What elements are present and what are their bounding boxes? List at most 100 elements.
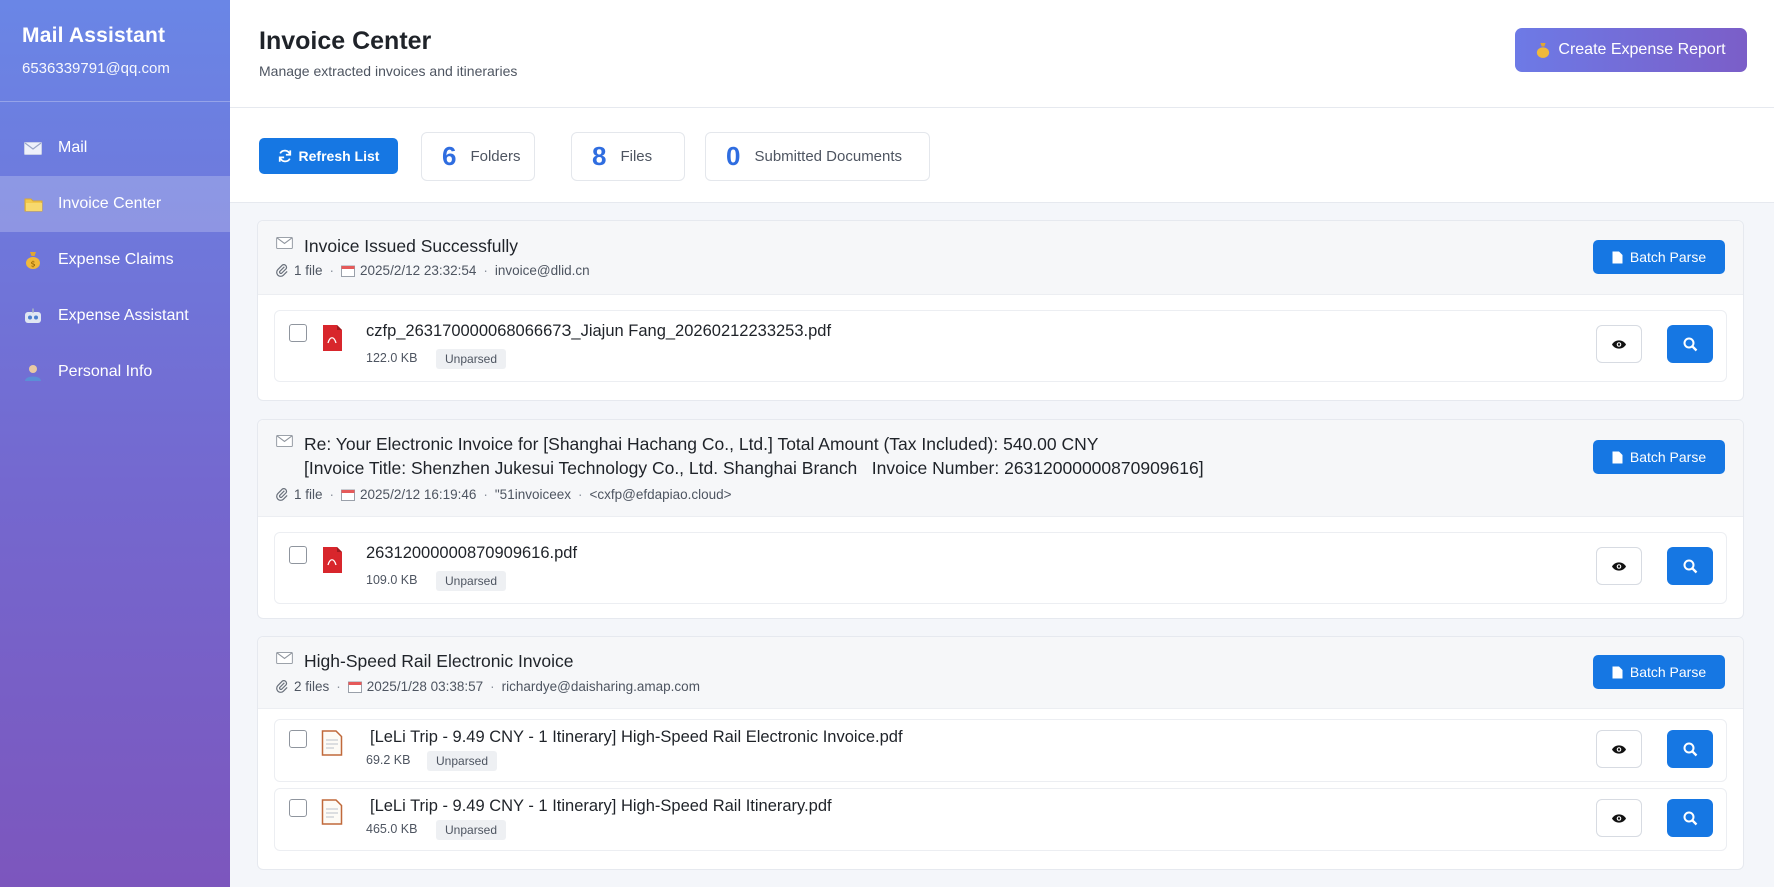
status-badge: Unparsed (436, 349, 507, 369)
eye-icon (1612, 744, 1626, 754)
toolbar: Refresh List 6 Folders 8 Files 0 Submitt… (230, 108, 1774, 203)
stat-label: Submitted Documents (754, 148, 903, 165)
email-group: High-Speed Rail Electronic Invoice 2 fil… (257, 636, 1744, 870)
magnifier-icon (1683, 337, 1697, 351)
magnifier-icon (1683, 559, 1697, 573)
preview-button[interactable] (1596, 325, 1642, 363)
calendar-icon (341, 265, 356, 277)
main-content: Invoice Center Manage extracted invoices… (230, 0, 1774, 887)
eye-icon (1612, 561, 1626, 571)
stat-value: 8 (592, 141, 607, 171)
parse-file-button[interactable] (1667, 547, 1713, 585)
document-icon (321, 799, 343, 830)
email-group-header: High-Speed Rail Electronic Invoice 2 fil… (258, 637, 1743, 709)
sidebar-item-personal-info[interactable]: Personal Info (0, 344, 230, 400)
paperclip-icon (276, 680, 289, 693)
envelope-icon (276, 234, 296, 249)
preview-button[interactable] (1596, 730, 1642, 768)
file-size: 465.0 KB (366, 822, 418, 836)
email-group-header: Re: Your Electronic Invoice for [Shangha… (258, 420, 1743, 517)
refresh-list-button[interactable]: Refresh List (259, 138, 398, 174)
create-expense-report-button[interactable]: Create Expense Report (1515, 28, 1747, 72)
envelope-icon (22, 139, 44, 157)
stat-label: Folders (470, 148, 521, 165)
status-badge: Unparsed (436, 820, 507, 840)
robot-icon (22, 307, 44, 325)
folder-icon (22, 195, 44, 213)
eye-icon (1612, 339, 1626, 349)
brand-block: Mail Assistant 6536339791@qq.com (0, 0, 230, 102)
envelope-icon (276, 649, 296, 664)
file-row: [LeLi Trip - 9.49 CNY - 1 Itinerary] Hig… (274, 788, 1727, 851)
email-subject-line2: [Invoice Title: Shenzhen Jukesui Technol… (304, 458, 1204, 478)
file-count: 1 file (294, 487, 323, 502)
calendar-icon (341, 489, 356, 501)
money-bag-icon: $ (22, 251, 44, 269)
sidebar-item-invoice-center[interactable]: Invoice Center (0, 176, 230, 232)
file-name[interactable]: [LeLi Trip - 9.49 CNY - 1 Itinerary] Hig… (370, 797, 832, 816)
sidebar-item-label: Mail (58, 139, 88, 156)
status-badge: Unparsed (436, 571, 507, 591)
email-datetime: 2025/1/28 03:38:57 (366, 679, 484, 694)
email-subject: Re: Your Electronic Invoice for [Shangha… (276, 432, 1204, 480)
paperclip-icon (276, 264, 289, 277)
sidebar-item-expense-assistant[interactable]: Expense Assistant (0, 288, 230, 344)
file-count: 1 file (294, 263, 323, 278)
money-bag-icon (1536, 42, 1550, 58)
stat-value: 6 (442, 141, 457, 171)
document-icon (321, 730, 343, 761)
document-icon (1612, 251, 1623, 263)
parse-file-button[interactable] (1667, 799, 1713, 837)
preview-button[interactable] (1596, 547, 1642, 585)
email-meta: 1 file · 2025/2/12 16:19:46 · "51invoice… (276, 487, 732, 502)
file-size: 109.0 KB (366, 573, 418, 587)
pdf-red-icon (321, 324, 343, 357)
page-title: Invoice Center (259, 27, 432, 55)
batch-parse-label: Batch Parse (1629, 664, 1707, 680)
email-subject: Invoice Issued Successfully (276, 234, 518, 258)
user-icon (22, 363, 44, 381)
email-subject-text: Invoice Issued Successfully (304, 236, 518, 256)
stat-value: 0 (726, 141, 741, 171)
stat-folders: 6 Folders (421, 132, 535, 181)
file-name[interactable]: [LeLi Trip - 9.49 CNY - 1 Itinerary] Hig… (370, 728, 903, 747)
email-meta: 1 file · 2025/2/12 23:32:54 · invoice@dl… (276, 263, 590, 278)
file-checkbox[interactable] (289, 546, 307, 564)
calendar-icon (347, 681, 362, 693)
magnifier-icon (1683, 811, 1697, 825)
sidebar-item-label: Expense Claims (58, 251, 174, 268)
batch-parse-label: Batch Parse (1629, 249, 1707, 265)
create-expense-report-label: Create Expense Report (1558, 41, 1726, 58)
file-name[interactable]: czfp_26317000006806667З_Jiajun Fang_2026… (366, 322, 831, 341)
sidebar-item-label: Invoice Center (58, 195, 162, 212)
batch-parse-button[interactable]: Batch Parse (1593, 655, 1725, 689)
document-icon (1612, 451, 1623, 463)
svg-text:$: $ (30, 260, 35, 269)
file-row: [LeLi Trip - 9.49 CNY - 1 Itinerary] Hig… (274, 719, 1727, 782)
email-meta: 2 files · 2025/1/28 03:38:57 · richardye… (276, 679, 700, 694)
email-datetime: 2025/2/12 16:19:46 (360, 487, 477, 502)
refresh-icon (278, 149, 291, 163)
parse-file-button[interactable] (1667, 730, 1713, 768)
file-checkbox[interactable] (289, 324, 307, 342)
magnifier-icon (1683, 742, 1697, 756)
sidebar: Mail Assistant 6536339791@qq.com Mail In… (0, 0, 230, 887)
sidebar-item-label: Expense Assistant (58, 307, 189, 324)
stat-files: 8 Files (571, 132, 685, 181)
refresh-list-label: Refresh List (298, 148, 380, 164)
sidebar-item-expense-claims[interactable]: $ Expense Claims (0, 232, 230, 288)
sidebar-item-mail[interactable]: Mail (0, 120, 230, 176)
sidebar-nav: Mail Invoice Center $ Expense Claims Exp… (0, 102, 230, 400)
file-checkbox[interactable] (289, 799, 307, 817)
email-group-header: Invoice Issued Successfully 1 file · 202… (258, 221, 1743, 295)
batch-parse-button[interactable]: Batch Parse (1593, 440, 1725, 474)
file-name[interactable]: 26312000000870909616.pdf (366, 544, 577, 563)
preview-button[interactable] (1596, 799, 1642, 837)
batch-parse-button[interactable]: Batch Parse (1593, 240, 1725, 274)
parse-file-button[interactable] (1667, 325, 1713, 363)
file-checkbox[interactable] (289, 730, 307, 748)
email-group: Invoice Issued Successfully 1 file · 202… (257, 220, 1744, 401)
email-sender: "51invoiceex (494, 487, 571, 502)
document-icon (1612, 666, 1623, 678)
envelope-icon (276, 432, 296, 447)
